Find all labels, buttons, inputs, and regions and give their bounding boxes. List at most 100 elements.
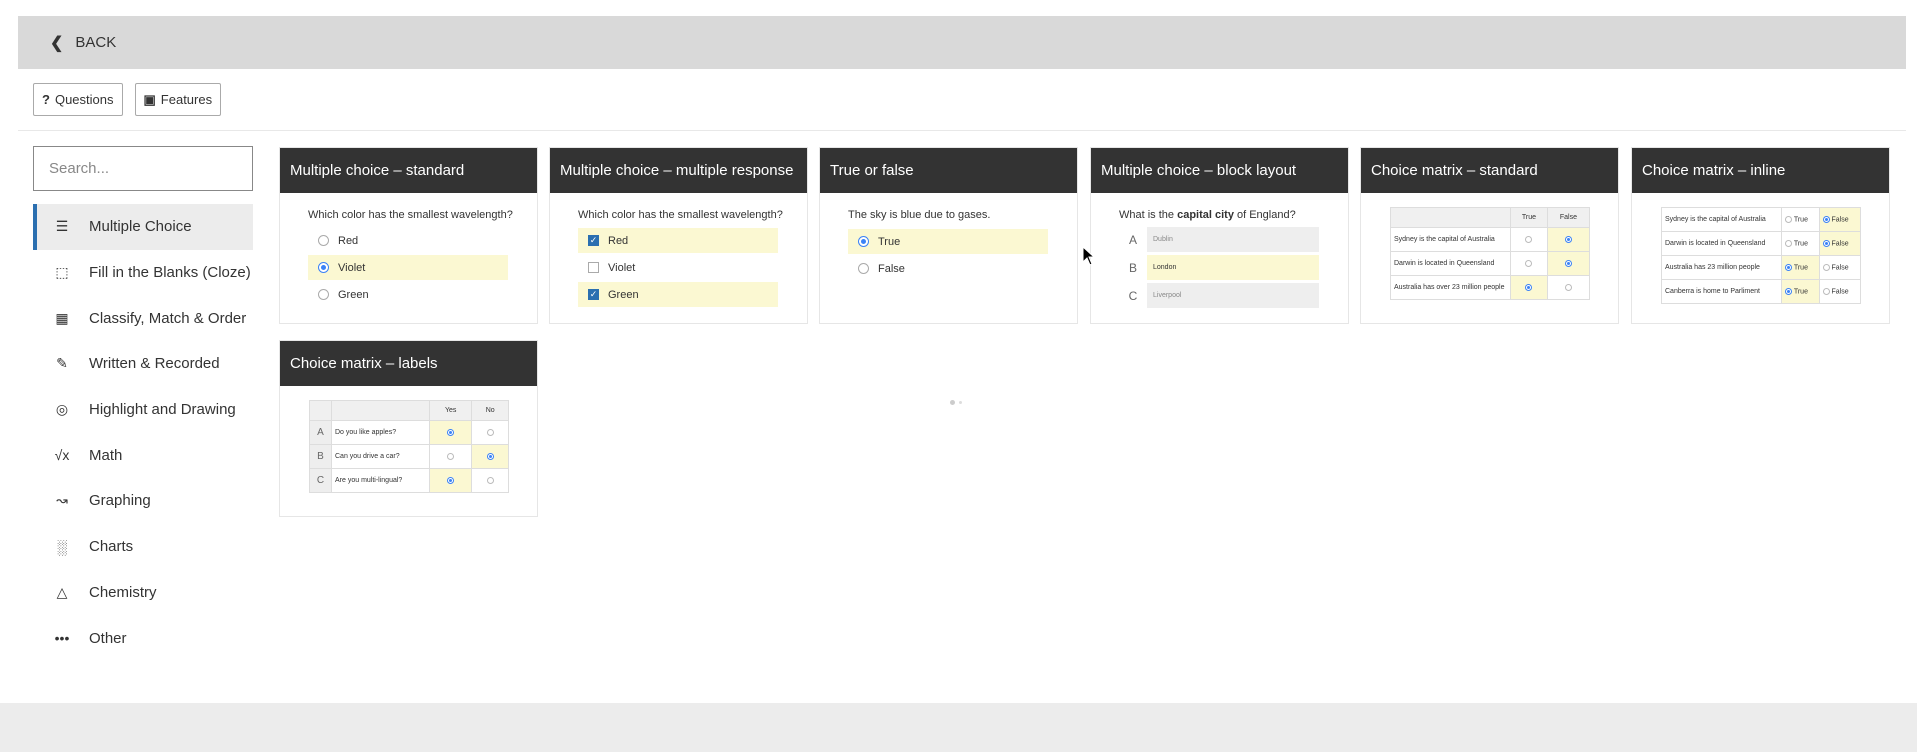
sidebar-item-label: Other bbox=[89, 629, 127, 647]
preview-question: Which color has the smallest wavelength? bbox=[308, 209, 513, 221]
matrix-column-header: True bbox=[1510, 207, 1548, 228]
question-text: of England? bbox=[1233, 209, 1296, 221]
radio-checked-icon bbox=[447, 476, 455, 484]
question-card-mc-standard[interactable]: Multiple choice – standard Which color h… bbox=[279, 147, 538, 324]
matrix-column-header: No bbox=[471, 400, 509, 421]
matrix-corner bbox=[309, 400, 332, 421]
card-title: Multiple choice – block layout bbox=[1091, 148, 1348, 193]
chevron-left-icon: ❮ bbox=[50, 34, 64, 52]
matrix-cell: True bbox=[1781, 207, 1820, 232]
matrix-cell: False bbox=[1818, 255, 1862, 280]
preview-question: What is the capital city of England? bbox=[1119, 209, 1296, 221]
sidebar-item-math[interactable]: √x Math bbox=[33, 432, 253, 478]
sidebar-item-label: Written & Recorded bbox=[89, 355, 220, 373]
radio-icon bbox=[318, 235, 329, 246]
false-label: False bbox=[1831, 264, 1849, 272]
matrix-cell-selected: True bbox=[1781, 279, 1820, 304]
matrix-cell bbox=[1546, 275, 1591, 300]
preview-block-option-selected: B London bbox=[1119, 255, 1319, 280]
matrix-row-label: Darwin is located in Queensland bbox=[1661, 231, 1782, 256]
row-letter: A bbox=[309, 420, 332, 445]
option-label: Violet bbox=[338, 261, 366, 274]
option-letter: B bbox=[1128, 260, 1137, 275]
radio-icon bbox=[1822, 263, 1830, 271]
radio-icon bbox=[486, 428, 494, 436]
sidebar-item-written-recorded[interactable]: ✎ Written & Recorded bbox=[33, 341, 253, 387]
true-label: True bbox=[1793, 240, 1808, 248]
sidebar-item-charts[interactable]: ░ Charts bbox=[33, 524, 253, 570]
radio-checked-icon bbox=[1785, 263, 1792, 271]
sidebar-item-multiple-choice[interactable]: ☰ Multiple Choice bbox=[33, 204, 253, 250]
back-bar[interactable]: ❮ BACK bbox=[18, 16, 1906, 69]
radio-icon bbox=[486, 476, 494, 484]
divider bbox=[18, 130, 1906, 131]
preview-option: False bbox=[848, 256, 1048, 281]
radio-icon bbox=[318, 289, 329, 300]
radio-icon bbox=[447, 452, 455, 460]
radio-icon bbox=[1785, 239, 1792, 247]
option-label: Liverpool bbox=[1147, 283, 1319, 308]
sidebar-item-classify-match-order[interactable]: ▦ Classify, Match & Order bbox=[33, 295, 253, 341]
question-card-mc-multiple-response[interactable]: Multiple choice – multiple response Whic… bbox=[549, 147, 808, 324]
sidebar-item-fill-in-the-blanks[interactable]: ⬚ Fill in the Blanks (Cloze) bbox=[33, 250, 253, 296]
tab-features[interactable]: ▣ Features bbox=[134, 83, 222, 116]
checkbox-checked-icon: ✓ bbox=[588, 235, 599, 246]
category-list: ☰ Multiple Choice ⬚ Fill in the Blanks (… bbox=[33, 204, 253, 661]
matrix-cell-selected: False bbox=[1818, 231, 1862, 256]
sidebar-item-chemistry[interactable]: △ Chemistry bbox=[33, 570, 253, 616]
sidebar-item-other[interactable]: ••• Other bbox=[33, 615, 253, 661]
matrix-cell-selected bbox=[1546, 227, 1591, 252]
matrix-cell-selected bbox=[428, 468, 473, 493]
question-card-block-layout[interactable]: Multiple choice – block layout What is t… bbox=[1090, 147, 1349, 324]
matrix-corner bbox=[331, 400, 430, 421]
preview-option-selected: True bbox=[848, 229, 1048, 254]
loading-dot bbox=[959, 401, 962, 404]
option-label: Red bbox=[338, 234, 359, 247]
radio-checked-icon bbox=[858, 236, 869, 247]
card-title: Multiple choice – standard bbox=[280, 148, 537, 193]
matrix-cell-selected bbox=[428, 420, 473, 445]
matrix-cell bbox=[1510, 251, 1548, 276]
matrix-row-label: Are you multi-lingual? bbox=[331, 468, 430, 493]
radio-icon bbox=[1525, 235, 1533, 243]
matrix-cell: False bbox=[1818, 279, 1862, 304]
matrix-row-label: Sydney is the capital of Australia bbox=[1390, 227, 1511, 252]
matrix-cell bbox=[428, 444, 473, 469]
matrix-cell-selected bbox=[1546, 251, 1591, 276]
question-card-matrix-standard[interactable]: Choice matrix – standard True False Sydne… bbox=[1360, 147, 1619, 324]
mouse-cursor-icon bbox=[1082, 246, 1096, 266]
matrix-row-label: Australia has over 23 million people bbox=[1390, 275, 1511, 300]
question-icon: ? bbox=[42, 92, 50, 107]
sidebar-item-graphing[interactable]: ↝ Graphing bbox=[33, 478, 253, 524]
matrix-cell-selected: False bbox=[1818, 207, 1862, 232]
question-card-true-false[interactable]: True or false The sky is blue due to gas… bbox=[819, 147, 1078, 324]
matrix-cell-selected: True bbox=[1781, 255, 1820, 280]
false-label: False bbox=[1831, 240, 1849, 248]
card-title: Choice matrix – labels bbox=[280, 341, 537, 386]
false-label: False bbox=[1831, 216, 1849, 224]
sidebar-item-highlight-drawing[interactable]: ◎ Highlight and Drawing bbox=[33, 387, 253, 433]
radio-icon bbox=[858, 263, 869, 274]
option-label: True bbox=[878, 235, 901, 248]
question-card-matrix-labels[interactable]: Choice matrix – labels Yes No A Do you lik… bbox=[279, 340, 538, 517]
pencil-icon: ✎ bbox=[56, 355, 68, 372]
list-icon: ☰ bbox=[55, 218, 69, 235]
option-label: False bbox=[878, 262, 905, 275]
card-preview: Which color has the smallest wavelength?… bbox=[550, 193, 807, 323]
matrix-row-label: Australia has 23 million people bbox=[1661, 255, 1782, 280]
question-card-matrix-inline[interactable]: Choice matrix – inline Sydney is the cap… bbox=[1631, 147, 1890, 324]
sidebar-item-label: Math bbox=[89, 446, 123, 464]
matrix-corner bbox=[1390, 207, 1511, 228]
tab-questions[interactable]: ? Questions bbox=[33, 83, 123, 116]
row-letter: C bbox=[309, 468, 332, 493]
flask-icon: △ bbox=[56, 583, 68, 600]
true-label: True bbox=[1793, 264, 1808, 272]
option-label: Green bbox=[608, 288, 639, 301]
card-preview: The sky is blue due to gases. True False bbox=[820, 193, 1077, 323]
radio-checked-icon bbox=[1822, 215, 1830, 223]
row-letter: B bbox=[309, 444, 332, 469]
loading-indicator bbox=[950, 400, 962, 405]
matrix-cell-selected bbox=[471, 444, 509, 469]
search-input[interactable] bbox=[33, 146, 253, 191]
option-label: London bbox=[1147, 255, 1319, 280]
